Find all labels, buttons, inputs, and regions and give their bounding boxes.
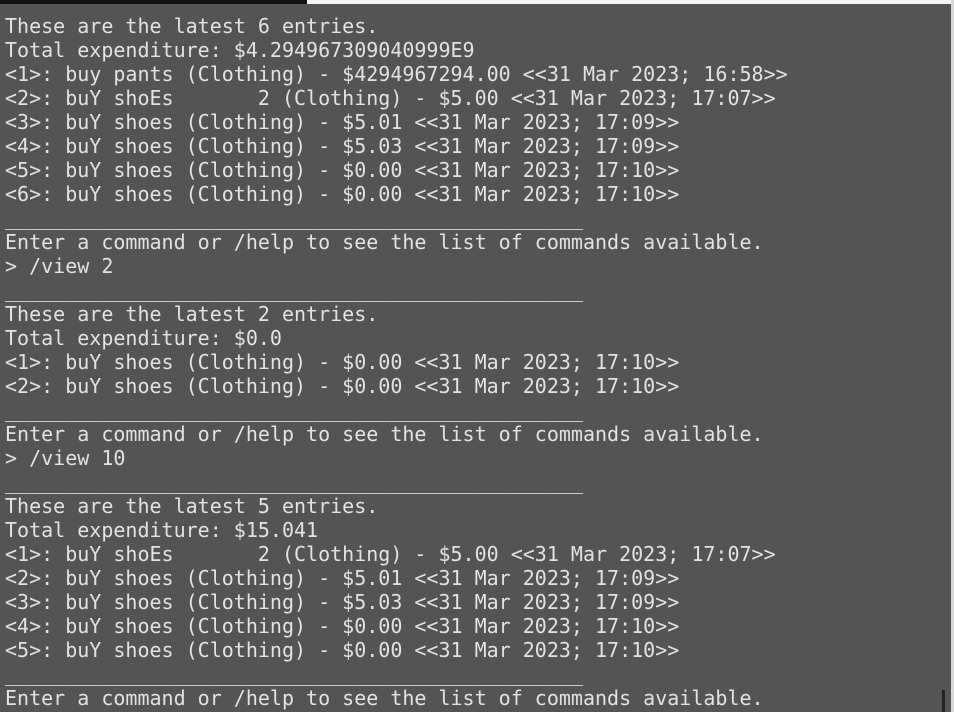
terminal-line: Total expenditure: $0.0 — [5, 326, 282, 350]
terminal-line: <4>: buY shoes (Clothing) - $0.00 <<31 M… — [5, 614, 680, 638]
command-input-line: > /view 2 — [5, 254, 114, 278]
terminal-line: These are the latest 5 entries. — [5, 494, 379, 518]
command-input-line: > /view 10 — [5, 446, 126, 470]
terminal-line: <4>: buY shoes (Clothing) - $5.03 <<31 M… — [5, 134, 680, 158]
terminal-line: <1>: buY shoes (Clothing) - $0.00 <<31 M… — [5, 350, 680, 374]
separator-line: ________________________________________… — [5, 398, 583, 422]
separator-line: ________________________________________… — [5, 662, 583, 686]
prompt-text: Enter a command or /help to see the list… — [5, 686, 764, 710]
terminal-line: <5>: buY shoes (Clothing) - $0.00 <<31 M… — [5, 638, 680, 662]
terminal-line: These are the latest 6 entries. — [5, 14, 379, 38]
terminal-line: <5>: buY shoes (Clothing) - $0.00 <<31 M… — [5, 158, 680, 182]
separator-line: ________________________________________… — [5, 206, 583, 230]
terminal-line: <2>: buY shoEs 2 (Clothing) - $5.00 <<31… — [5, 86, 776, 110]
terminal-line: Total expenditure: $4.294967309040999E9 — [5, 38, 475, 62]
terminal-output[interactable]: These are the latest 6 entries. Total ex… — [5, 14, 940, 710]
terminal-line: These are the latest 2 entries. — [5, 302, 379, 326]
terminal-line: <3>: buY shoes (Clothing) - $5.01 <<31 M… — [5, 110, 680, 134]
terminal-line: Total expenditure: $15.041 — [5, 518, 319, 542]
window-top-strip-light — [307, 0, 954, 4]
terminal-line: <2>: buY shoes (Clothing) - $5.01 <<31 M… — [5, 566, 680, 590]
separator-line: ________________________________________… — [5, 278, 583, 302]
terminal-line: <1>: buY shoEs 2 (Clothing) - $5.00 <<31… — [5, 542, 776, 566]
terminal-line: <6>: buY shoes (Clothing) - $0.00 <<31 M… — [5, 182, 680, 206]
window-top-strip — [0, 0, 307, 4]
scrollbar-thumb[interactable] — [942, 690, 945, 712]
terminal-line: <1>: buy pants (Clothing) - $4294967294.… — [5, 62, 788, 86]
terminal-line: <2>: buY shoes (Clothing) - $0.00 <<31 M… — [5, 374, 680, 398]
prompt-text: Enter a command or /help to see the list… — [5, 230, 764, 254]
separator-line: ________________________________________… — [5, 470, 583, 494]
terminal-line: <3>: buY shoes (Clothing) - $5.03 <<31 M… — [5, 590, 680, 614]
prompt-text: Enter a command or /help to see the list… — [5, 422, 764, 446]
